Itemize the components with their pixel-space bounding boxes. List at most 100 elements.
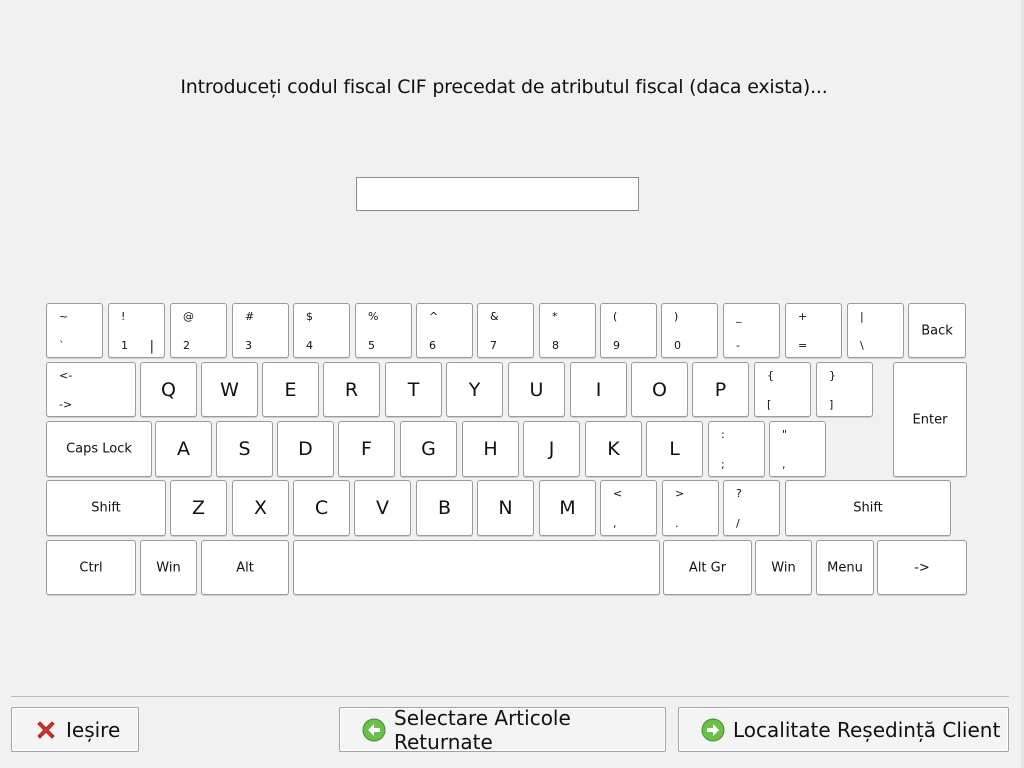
- key-base-label: =: [798, 339, 808, 352]
- key-label: Win: [156, 560, 181, 575]
- key-s[interactable]: S: [216, 421, 273, 477]
- key-2[interactable]: @2: [170, 303, 227, 358]
- key-base-label: /: [736, 517, 740, 530]
- key-k[interactable]: K: [585, 421, 642, 477]
- key-u[interactable]: U: [508, 362, 565, 417]
- key-enter[interactable]: Enter: [893, 362, 967, 477]
- key-z[interactable]: Z: [170, 480, 227, 536]
- key-backslash[interactable]: | \: [847, 303, 904, 358]
- key-label: X: [253, 497, 268, 519]
- key-c[interactable]: C: [293, 480, 350, 536]
- key-base-label: ]: [829, 398, 834, 411]
- key-f[interactable]: F: [338, 421, 395, 477]
- key-alt[interactable]: Alt: [201, 540, 289, 595]
- key-label: Shift: [853, 500, 883, 516]
- key-label: Alt Gr: [688, 560, 727, 575]
- key-h[interactable]: H: [462, 421, 519, 477]
- key-label: Ctrl: [79, 560, 103, 575]
- key-base-label: 4: [306, 339, 313, 352]
- key-base-label: [: [767, 398, 772, 411]
- key-label: Enter: [912, 412, 948, 427]
- key-tab[interactable]: <- ->: [46, 362, 136, 417]
- key-shift-left[interactable]: Shift: [46, 480, 166, 536]
- key-b[interactable]: B: [416, 480, 473, 536]
- key-e[interactable]: E: [262, 362, 319, 417]
- key-label: K: [607, 438, 620, 460]
- key-slash[interactable]: ? /: [723, 480, 780, 536]
- arrow-left-icon: [362, 718, 386, 742]
- key-n[interactable]: N: [477, 480, 534, 536]
- key-label: G: [421, 438, 436, 460]
- key-shift-label: }: [829, 369, 836, 382]
- key-q[interactable]: Q: [140, 362, 197, 417]
- key-label: M: [559, 497, 576, 519]
- key-label: Menu: [827, 560, 863, 575]
- key-x[interactable]: X: [232, 480, 289, 536]
- key-base-label: 5: [368, 339, 375, 352]
- key-alt-gr[interactable]: Alt Gr: [663, 540, 752, 595]
- key-menu[interactable]: Menu: [816, 540, 874, 595]
- select-returned-items-button[interactable]: Selectare Articole Returnate: [339, 706, 666, 754]
- key-label: Back: [921, 323, 953, 338]
- key-win-right[interactable]: Win: [755, 540, 812, 595]
- exit-button[interactable]: Ieșire: [11, 707, 139, 752]
- key-caps-lock[interactable]: Caps Lock: [46, 421, 152, 477]
- key-win-left[interactable]: Win: [140, 540, 197, 595]
- key-tilde[interactable]: ~ `: [46, 303, 103, 358]
- key-3[interactable]: #3: [232, 303, 289, 358]
- key-label: C: [314, 497, 329, 519]
- key-p[interactable]: P: [692, 362, 749, 417]
- key-label: Caps Lock: [66, 441, 132, 457]
- key-label: Y: [468, 378, 481, 401]
- key-w[interactable]: W: [201, 362, 258, 417]
- key-space[interactable]: [293, 540, 660, 595]
- key-equals[interactable]: + =: [785, 303, 842, 358]
- key-y[interactable]: Y: [446, 362, 503, 417]
- key-8[interactable]: * 8: [539, 303, 596, 358]
- key-shift-label: :: [721, 428, 725, 441]
- key-minus[interactable]: _ -: [723, 303, 780, 358]
- key-bracket-left[interactable]: {[: [754, 362, 811, 417]
- key-label: W: [220, 378, 239, 401]
- key-shift-label: ~: [59, 310, 69, 323]
- key-o[interactable]: O: [631, 362, 688, 417]
- client-locality-button[interactable]: Localitate Reședință Client: [678, 707, 1009, 752]
- key-shift-right[interactable]: Shift: [785, 480, 951, 536]
- key-j[interactable]: J: [523, 421, 580, 477]
- key-5[interactable]: % 5: [355, 303, 412, 358]
- key-period[interactable]: >.: [662, 480, 719, 536]
- key-bracket-right[interactable]: }]: [816, 362, 873, 417]
- key-label: I: [595, 378, 602, 401]
- key-ctrl[interactable]: Ctrl: [46, 540, 136, 595]
- key-9[interactable]: (9: [600, 303, 657, 358]
- key-label: F: [361, 438, 372, 460]
- key-arrow-right[interactable]: ->: [877, 540, 967, 595]
- key-r[interactable]: R: [323, 362, 380, 417]
- key-semicolon[interactable]: :;: [708, 421, 765, 477]
- key-l[interactable]: L: [646, 421, 703, 477]
- key-1[interactable]: ! 1 |: [108, 303, 165, 358]
- key-shift-label: ^: [429, 310, 439, 323]
- key-back[interactable]: Back: [908, 303, 966, 358]
- key-shift-label: #: [245, 310, 255, 323]
- key-shift-label: !: [121, 310, 126, 323]
- key-shift-label: &: [490, 310, 499, 323]
- key-label: E: [284, 378, 297, 401]
- key-7[interactable]: & 7: [477, 303, 534, 358]
- key-d[interactable]: D: [277, 421, 334, 477]
- key-t[interactable]: T: [385, 362, 442, 417]
- key-i[interactable]: I: [570, 362, 627, 417]
- key-g[interactable]: G: [400, 421, 457, 477]
- key-a[interactable]: A: [155, 421, 212, 477]
- key-base-label: `: [59, 339, 65, 352]
- key-label: Alt: [236, 560, 254, 575]
- key-0[interactable]: ) 0: [661, 303, 718, 358]
- key-v[interactable]: V: [354, 480, 411, 536]
- key-4[interactable]: $4: [293, 303, 350, 358]
- key-6[interactable]: ^ 6: [416, 303, 473, 358]
- key-m[interactable]: M: [539, 480, 596, 536]
- key-comma[interactable]: <,: [600, 480, 657, 536]
- cif-input[interactable]: [356, 177, 639, 211]
- key-quote[interactable]: ",: [769, 421, 826, 477]
- key-label: H: [483, 438, 498, 460]
